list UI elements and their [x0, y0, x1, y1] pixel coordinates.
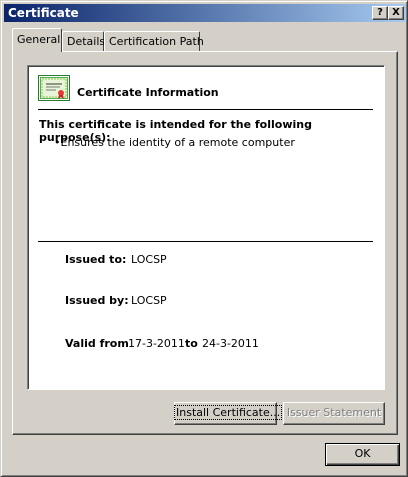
- valid-from-value: 17-3-2011: [128, 337, 185, 350]
- window-title: Certificate: [8, 6, 79, 20]
- issued-by-label: Issued by:: [65, 294, 129, 307]
- issued-to-label: Issued to:: [65, 253, 127, 266]
- close-button[interactable]: X: [388, 6, 404, 20]
- ok-button[interactable]: OK: [325, 443, 400, 466]
- divider: [38, 241, 373, 242]
- issued-by-value: LOCSP: [131, 294, 167, 307]
- certificate-info-title: Certificate Information: [77, 86, 219, 99]
- certificate-icon: [38, 75, 70, 101]
- help-button[interactable]: ?: [372, 6, 388, 20]
- certificate-info-panel: Certificate Information This certificate…: [27, 65, 385, 390]
- divider: [38, 109, 373, 110]
- tab-general[interactable]: General: [12, 28, 62, 52]
- install-certificate-button[interactable]: Install Certificate...: [173, 402, 283, 425]
- valid-to-value: 24-3-2011: [202, 337, 259, 350]
- purpose-item: •Ensures the identity of a remote comput…: [54, 136, 295, 149]
- issuer-statement-button: Issuer Statement: [283, 402, 385, 425]
- title-bar[interactable]: Certificate ? X: [4, 4, 406, 22]
- certificate-dialog: Certificate ? X General Details Certific…: [0, 0, 408, 477]
- valid-to-label: to: [185, 337, 198, 350]
- install-certificate-label: Install Certificate...: [173, 405, 283, 420]
- valid-from-label: Valid from: [65, 337, 129, 350]
- tab-certification-path[interactable]: Certification Path: [104, 31, 204, 51]
- issued-to-value: LOCSP: [131, 253, 167, 266]
- tab-details[interactable]: Details: [62, 31, 105, 51]
